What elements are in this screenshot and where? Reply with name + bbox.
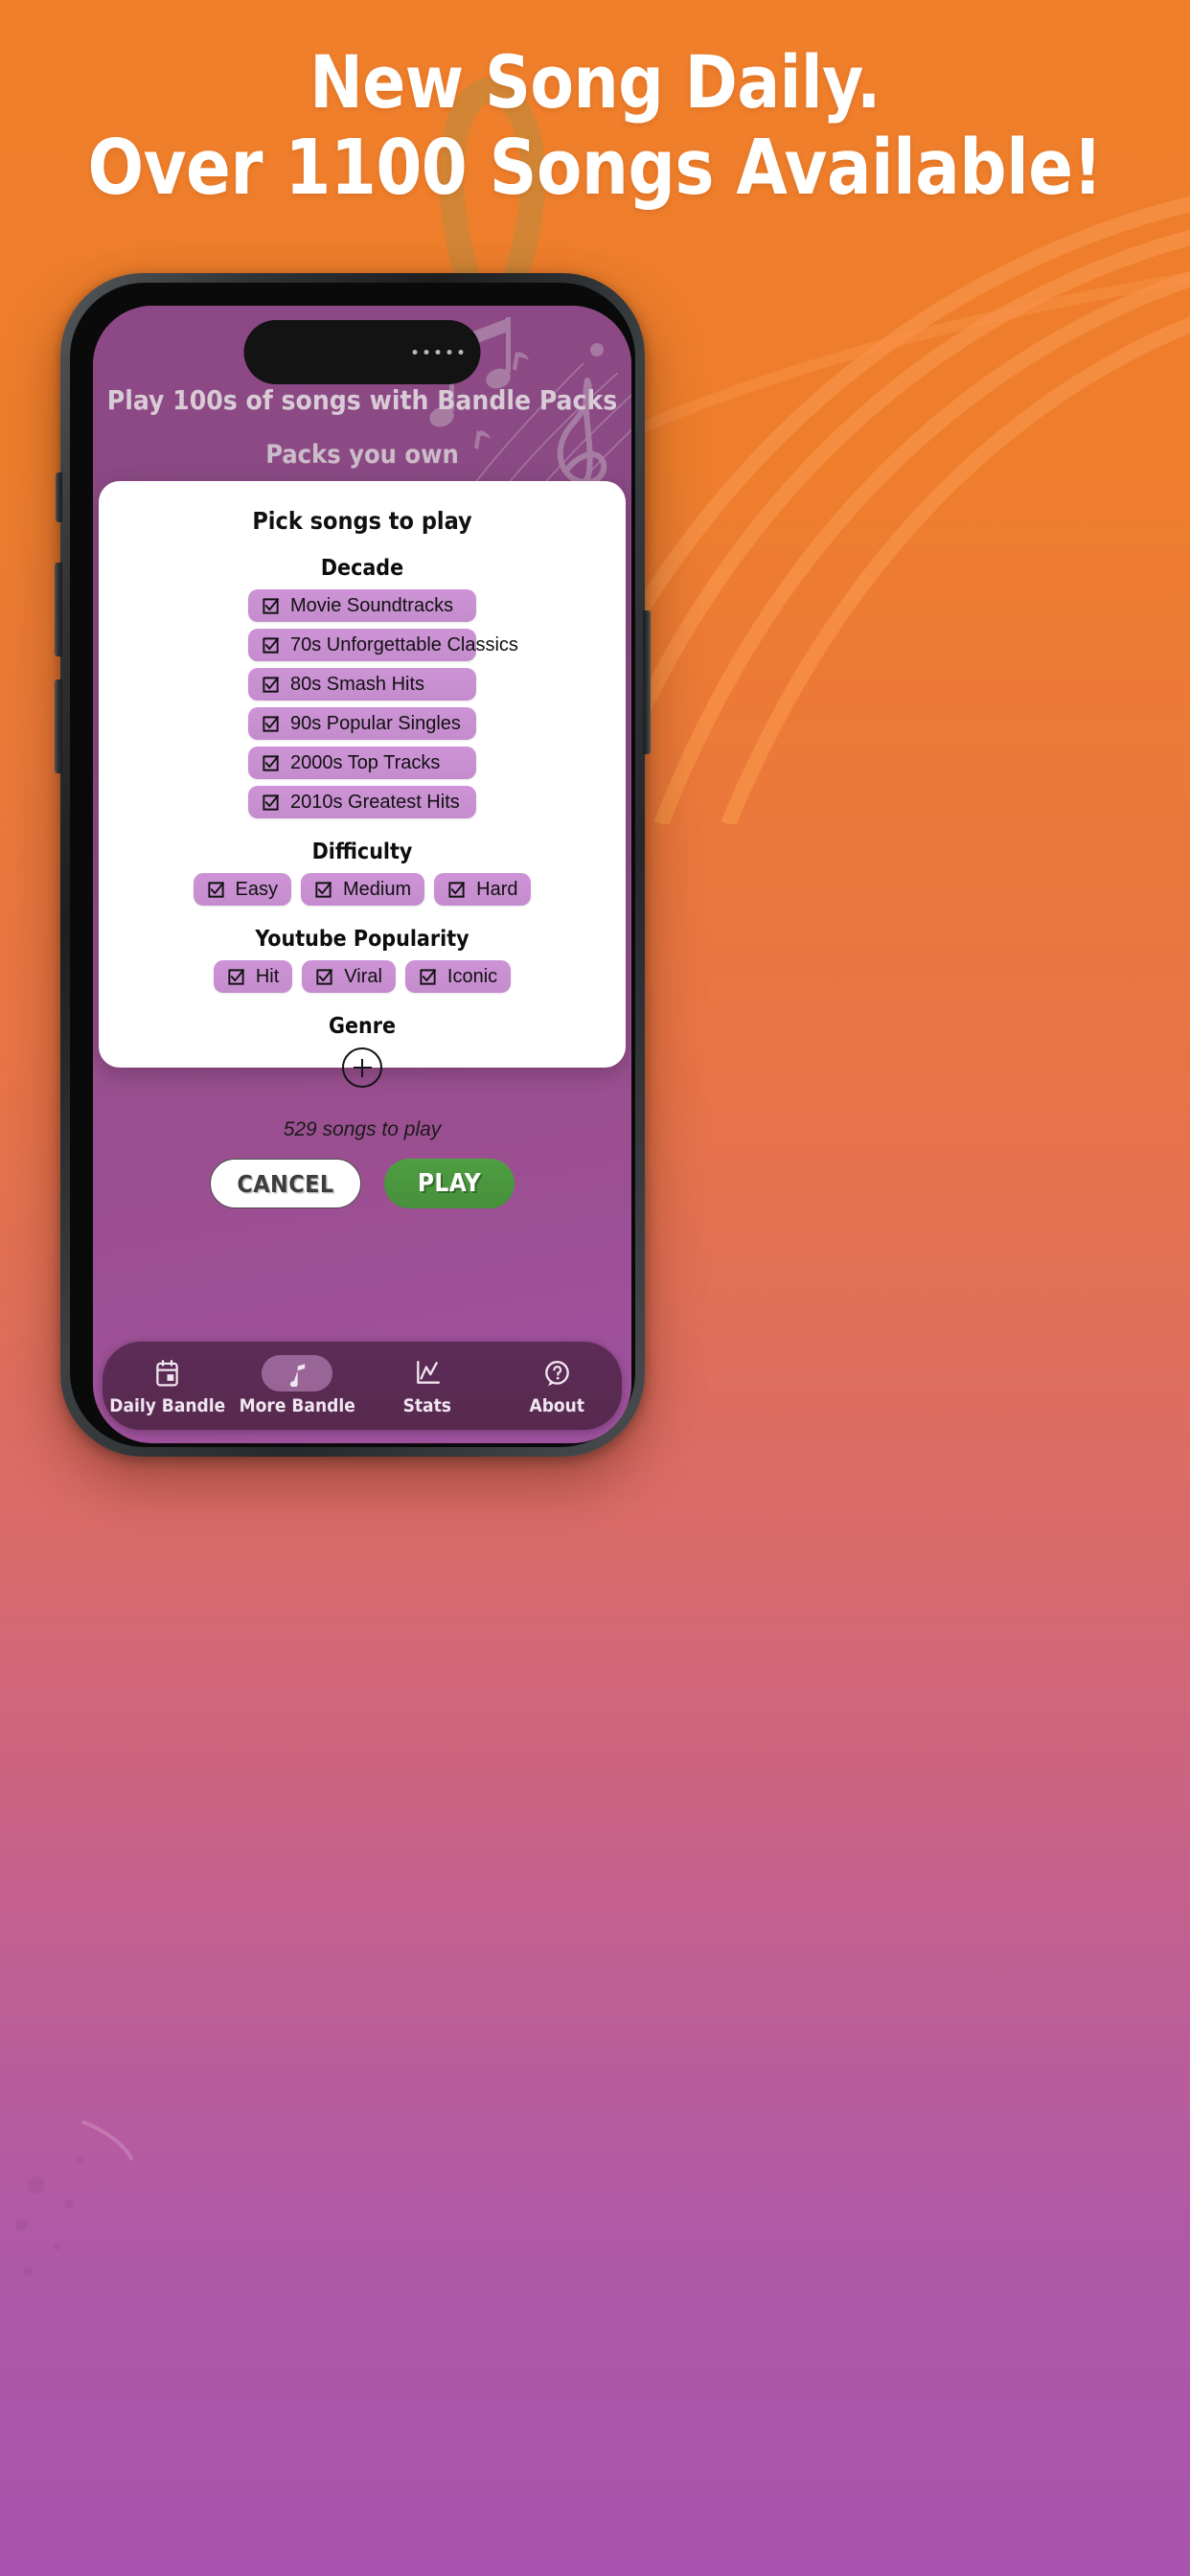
tab-icon-box [392, 1355, 463, 1392]
chart-icon [416, 1360, 440, 1384]
pick-songs-dialog: Pick songs to play Decade Movie Soundtra… [99, 481, 626, 1208]
tab-about[interactable]: About [492, 1342, 623, 1430]
chip-label: 2010s Greatest Hits [290, 791, 460, 813]
checkbox-checked-icon [228, 968, 244, 985]
checkbox-checked-icon [315, 881, 332, 898]
checkbox-checked-icon [263, 676, 279, 693]
difficulty-chip-medium[interactable]: Medium [300, 873, 425, 906]
popularity-chip-hit[interactable]: Hit [213, 960, 293, 993]
difficulty-chip-hard[interactable]: Hard [434, 873, 532, 906]
promo-banner: New Song Daily. Over 1100 Songs Availabl… [0, 0, 1190, 2576]
checkbox-checked-icon [448, 881, 466, 898]
decade-chip-80s[interactable]: 80s Smash Hits [248, 668, 476, 701]
phone-mockup: Play 100s of songs with Bandle Packs Pac… [55, 273, 651, 1457]
chip-label: 2000s Top Tracks [290, 751, 441, 773]
chip-label: Medium [342, 878, 412, 900]
chip-label: 80s Smash Hits [290, 673, 425, 695]
add-genre-button[interactable] [342, 1047, 382, 1088]
tab-label: More Bandle [239, 1395, 355, 1416]
tab-stats[interactable]: Stats [362, 1342, 492, 1430]
headline-line-1: New Song Daily. [309, 39, 881, 125]
dynamic-island [243, 320, 481, 384]
chip-label: Iconic [446, 965, 498, 987]
tab-icon-box [521, 1355, 592, 1392]
decade-chip-2000s[interactable]: 2000s Top Tracks [248, 747, 476, 779]
tab-label: About [529, 1395, 585, 1416]
promo-headline: New Song Daily. Over 1100 Songs Availabl… [0, 39, 1190, 213]
tab-label: Daily Bandle [109, 1395, 226, 1416]
phone-frame: Play 100s of songs with Bandle Packs Pac… [55, 273, 651, 1457]
bottom-tab-bar: Daily Bandle More Bandle Stats About [103, 1342, 622, 1430]
decade-chip-2010s[interactable]: 2010s Greatest Hits [248, 786, 476, 818]
decade-section-label: Decade [320, 556, 404, 581]
phone-screen: Play 100s of songs with Bandle Packs Pac… [93, 306, 631, 1443]
app-header-title: Play 100s of songs with Bandle Packs [106, 384, 618, 416]
play-button[interactable]: PLAY [384, 1159, 515, 1208]
phone-power-button[interactable] [643, 610, 651, 754]
youtube-popularity-section-label: Youtube Popularity [255, 927, 469, 952]
checkbox-checked-icon [263, 715, 279, 732]
decade-options: Movie Soundtracks 70s Unforgettable Clas… [99, 589, 626, 818]
dialog-title: Pick songs to play [252, 507, 472, 535]
chip-label: 90s Popular Singles [290, 712, 461, 734]
app-subtitle: Packs you own [265, 440, 459, 470]
tab-label: Stats [402, 1395, 451, 1416]
checkbox-checked-icon [263, 794, 279, 811]
checkbox-checked-icon [263, 597, 279, 614]
calendar-icon [156, 1359, 178, 1387]
chip-label: Hit [255, 965, 280, 987]
tab-icon-box [132, 1355, 203, 1392]
dialog-actions: CANCEL PLAY [99, 1159, 626, 1208]
phone-bezel: Play 100s of songs with Bandle Packs Pac… [70, 283, 635, 1447]
decade-chip-70s[interactable]: 70s Unforgettable Classics [248, 629, 518, 661]
plus-icon [353, 1058, 372, 1077]
checkbox-checked-icon [207, 881, 224, 898]
tab-more-bandle[interactable]: More Bandle [233, 1342, 363, 1430]
checkbox-checked-icon [263, 754, 279, 771]
chip-label: Easy [235, 878, 278, 900]
headline-line-2: Over 1100 Songs Available! [87, 124, 1103, 213]
difficulty-options: Easy Medium Hard [99, 873, 626, 906]
island-status-dots [412, 350, 464, 355]
music-note-icon [290, 1364, 306, 1387]
chip-label: Movie Soundtracks [290, 594, 454, 616]
question-bubble-icon [544, 1360, 569, 1386]
decade-chip-movie-soundtracks[interactable]: Movie Soundtracks [248, 589, 476, 622]
checkbox-checked-icon [420, 968, 436, 985]
checkbox-checked-icon [263, 636, 279, 654]
tab-icon-box [262, 1355, 333, 1392]
decade-chip-90s[interactable]: 90s Popular Singles [248, 707, 476, 740]
background-bottom-decoration [15, 2120, 134, 2276]
genre-section-label: Genre [329, 1014, 396, 1039]
phone-mute-switch[interactable] [56, 472, 62, 522]
phone-volume-down-button[interactable] [55, 679, 62, 773]
chip-label: 70s Unforgettable Classics [290, 633, 518, 656]
songs-to-play-count: 529 songs to play [283, 1118, 442, 1140]
difficulty-chip-easy[interactable]: Easy [193, 873, 291, 906]
checkbox-checked-icon [316, 968, 333, 985]
difficulty-section-label: Difficulty [311, 840, 413, 864]
youtube-popularity-options: Hit Viral Iconic [99, 960, 626, 993]
chip-label: Hard [476, 878, 518, 900]
popularity-chip-viral[interactable]: Viral [302, 960, 396, 993]
popularity-chip-iconic[interactable]: Iconic [404, 960, 512, 993]
chip-label: Viral [344, 965, 382, 987]
phone-volume-up-button[interactable] [55, 563, 62, 656]
cancel-button[interactable]: CANCEL [210, 1159, 361, 1208]
tab-daily-bandle[interactable]: Daily Bandle [103, 1342, 233, 1430]
